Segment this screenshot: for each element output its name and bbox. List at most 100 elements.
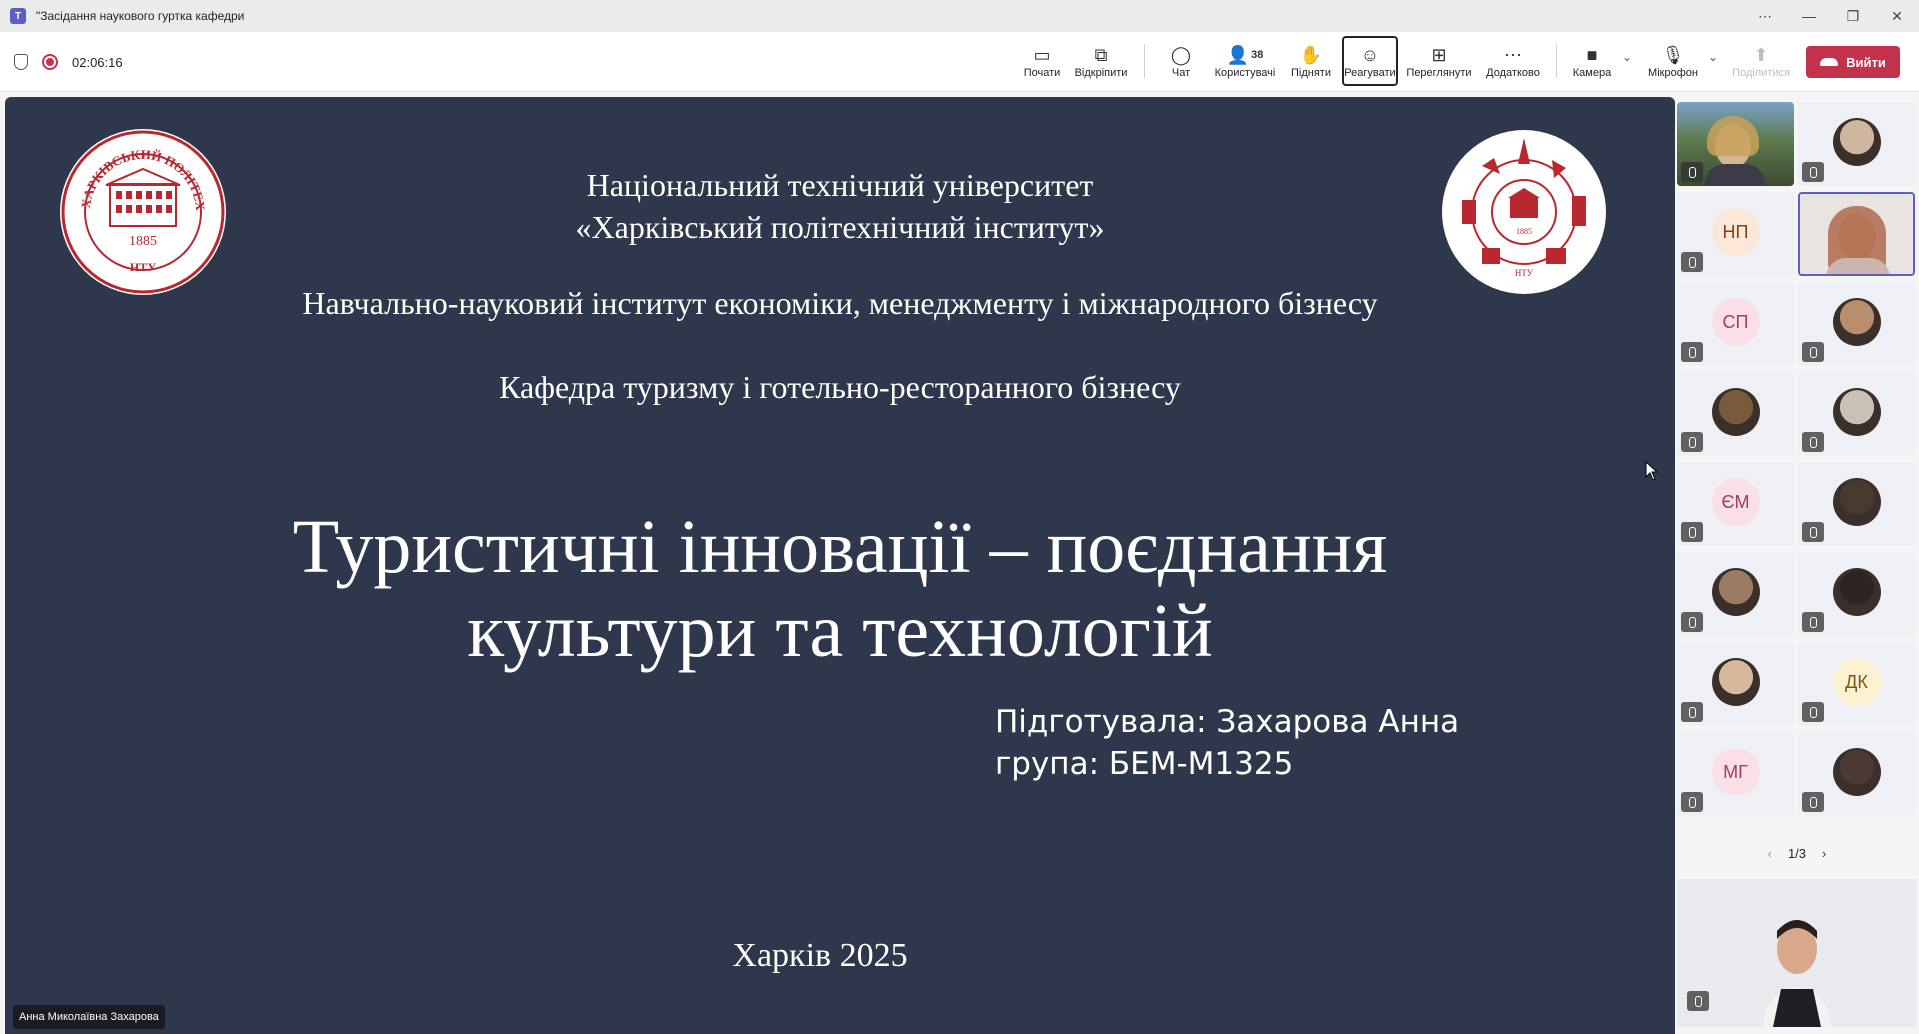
camera-options-chevron-icon[interactable]: ⌄: [1622, 50, 1632, 64]
share-up-icon: ⬆: [1753, 44, 1769, 65]
mic-muted-icon: [1681, 342, 1703, 362]
meeting-timer: 02:06:16: [72, 54, 123, 70]
participant-avatar: [1832, 478, 1881, 526]
minimize-icon[interactable]: —: [1787, 0, 1831, 32]
teams-icon: T: [10, 8, 26, 24]
toolbar-divider: [1556, 44, 1557, 78]
share-screen-icon: ▭: [1033, 44, 1051, 65]
participant-tile[interactable]: [1798, 282, 1915, 366]
more-button[interactable]: ⋯ Додатково: [1480, 36, 1546, 86]
gallery-pager: ‹ 1/3 ›: [1675, 842, 1919, 864]
participant-avatar: [1711, 568, 1760, 616]
institute-name: Навчально-науковий інститут економіки, м…: [302, 285, 1378, 321]
mic-muted-icon: [1681, 162, 1703, 182]
view-grid-icon: ⊞: [1431, 44, 1447, 65]
mic-muted-icon: [1681, 252, 1703, 272]
share-button[interactable]: ⬆ Поділитися: [1726, 36, 1796, 86]
view-button[interactable]: ⊞ Переглянути: [1402, 36, 1476, 86]
participant-tile[interactable]: [1677, 372, 1794, 456]
participant-tile[interactable]: [1798, 372, 1915, 456]
participant-initials-avatar: НП: [1711, 208, 1760, 256]
window-controls: ⋯ — ❐ ✕: [1743, 0, 1919, 32]
author-name: Підготувала: Захарова Анна: [995, 704, 1460, 740]
mic-muted-icon: [1681, 522, 1703, 542]
self-video-tile[interactable]: [1677, 879, 1917, 1027]
participant-avatar: [1711, 658, 1760, 706]
mic-off-icon: 🎙: [1661, 44, 1685, 65]
participant-tile[interactable]: [1677, 642, 1794, 726]
restore-icon[interactable]: ❐: [1831, 0, 1875, 32]
participant-tile[interactable]: [1798, 192, 1915, 276]
participant-avatar: [1832, 118, 1881, 166]
react-button[interactable]: ☺ Реагувати: [1342, 36, 1398, 86]
self-avatar: [1677, 879, 1917, 1027]
shield-icon: [14, 54, 28, 70]
participant-initials-avatar: ДК: [1832, 658, 1881, 706]
more-options-icon[interactable]: ⋯: [1743, 0, 1787, 32]
title-bar: T "Засідання наукового гуртка кафедри ⋯ …: [0, 0, 1919, 32]
participant-video: [1800, 194, 1913, 274]
mic-options-chevron-icon[interactable]: ⌄: [1708, 50, 1718, 64]
chevron-left-icon[interactable]: ‹: [1768, 846, 1772, 861]
presenter-name-tag: Анна Миколаївна Захарова: [13, 1005, 165, 1029]
participant-tile[interactable]: [1798, 462, 1915, 546]
mic-muted-icon: [1681, 792, 1703, 812]
participant-tile[interactable]: [1677, 552, 1794, 636]
author-block: Підготувала: Захарова Анна група: БЕМ-М1…: [995, 701, 1459, 785]
participant-initials-avatar: ЄМ: [1711, 478, 1760, 526]
participant-avatar: [1832, 748, 1881, 796]
page-indicator: 1/3: [1787, 845, 1807, 861]
slide-title: Туристичні інновації – поєднання культур…: [292, 505, 1388, 673]
chat-button[interactable]: ◯ Чат: [1156, 36, 1206, 86]
mic-muted-icon: [1802, 432, 1824, 452]
mic-muted-icon: [1802, 162, 1824, 182]
mouse-cursor-icon: [1645, 461, 1659, 481]
mic-muted-icon: [1681, 432, 1703, 452]
city-year: Харків 2025: [732, 937, 908, 974]
mic-muted-icon: [1681, 612, 1703, 632]
participant-avatar: [1832, 568, 1881, 616]
people-icon: 👤: [1226, 44, 1250, 65]
participant-tile[interactable]: МГ: [1677, 732, 1794, 816]
participant-tile[interactable]: [1677, 102, 1794, 186]
chat-icon: ◯: [1170, 44, 1192, 65]
camera-button[interactable]: ■ Камера: [1566, 36, 1618, 86]
toolbar-divider: [1144, 44, 1145, 78]
participant-tile[interactable]: ДК: [1798, 642, 1915, 726]
participant-tile[interactable]: НП: [1677, 192, 1794, 276]
shared-content-stage: ХАРКІВСЬКИЙ ПОЛІТЕХНІЧНИЙ ІНСТИТУТ 1885 …: [5, 97, 1675, 1034]
mic-muted-icon: [1802, 342, 1824, 362]
camera-off-icon: ■: [1586, 44, 1598, 65]
pop-out-icon: ⧉: [1094, 44, 1108, 65]
mic-muted-icon: [1802, 522, 1824, 542]
raise-hand-icon: ✋: [1299, 44, 1323, 65]
mic-muted-icon: [1681, 702, 1703, 722]
participant-tile[interactable]: СП: [1677, 282, 1794, 366]
pop-out-button[interactable]: ⧉ Відкріпити: [1070, 36, 1132, 86]
microphone-button[interactable]: 🎙 Мікрофон: [1640, 36, 1706, 86]
mic-muted-icon: [1802, 702, 1824, 722]
share-start-button[interactable]: ▭ Почати: [1018, 36, 1066, 86]
leave-button[interactable]: Вийти: [1806, 46, 1900, 78]
participant-tile[interactable]: [1798, 552, 1915, 636]
more-icon: ⋯: [1504, 44, 1522, 65]
participant-tile[interactable]: [1798, 102, 1915, 186]
participant-tile[interactable]: [1798, 732, 1915, 816]
svg-text:НТУ: НТУ: [130, 260, 156, 274]
participant-avatar: [1832, 388, 1881, 436]
meeting-toolbar: 02:06:16 ▭ Почати ⧉ Відкріпити ◯ Чат 👤 3…: [0, 32, 1919, 92]
university-name: Національний технічний університет «Харк…: [575, 167, 1105, 245]
mic-muted-icon: [1802, 792, 1824, 812]
close-icon[interactable]: ✕: [1875, 0, 1919, 32]
participant-tile[interactable]: ЄМ: [1677, 462, 1794, 546]
department-name: Кафедра туризму і готельно-ресторанного …: [499, 369, 1181, 405]
people-button[interactable]: 👤 38 Користувачі: [1210, 36, 1280, 86]
participant-initials-avatar: СП: [1711, 298, 1760, 346]
chevron-right-icon[interactable]: ›: [1822, 846, 1826, 861]
participants-panel: НП СП ЄМ ДК МГ ‹ 1/3 ›: [1675, 97, 1919, 1034]
svg-text:НТУ: НТУ: [1515, 268, 1534, 278]
participant-avatar: [1832, 298, 1881, 346]
mic-muted-icon: [1802, 612, 1824, 632]
recording-icon: [42, 54, 58, 70]
raise-hand-button[interactable]: ✋ Підняти: [1284, 36, 1338, 86]
